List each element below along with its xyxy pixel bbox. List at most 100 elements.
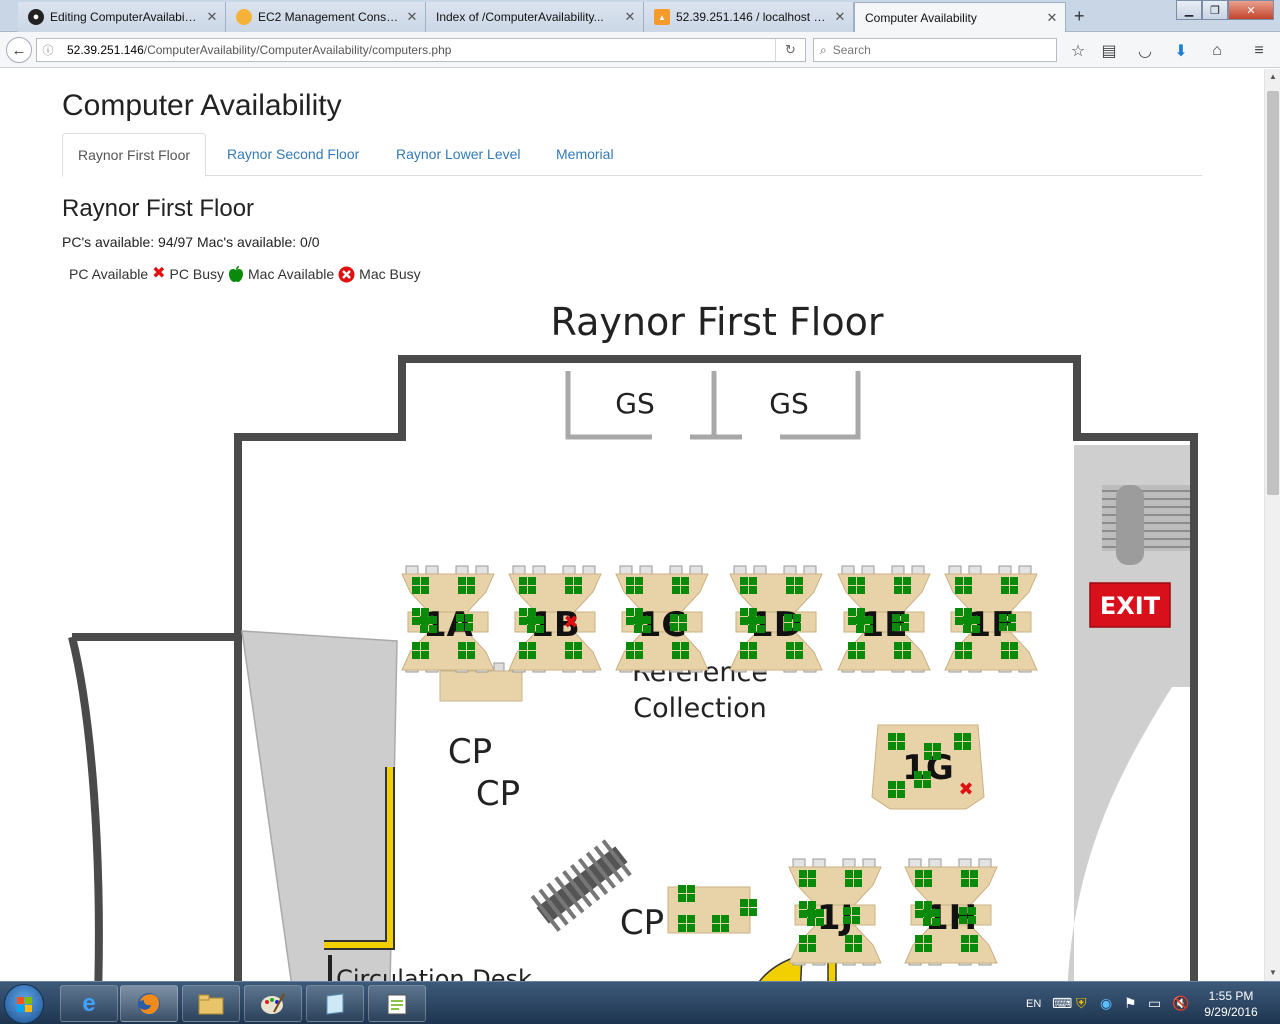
floor-map: Raynor First Floor GS GS EXIT Circulatio… — [68, 300, 1198, 981]
browser-tab-title: 52.39.251.146 / localhost / ... — [676, 10, 827, 24]
info-icon[interactable]: ⓘ — [37, 42, 59, 58]
cluster-1a[interactable]: 1A — [401, 565, 495, 673]
legend-label: Mac Busy — [359, 266, 421, 282]
aws-icon — [236, 9, 252, 25]
pc-busy-icon[interactable]: ✖ — [958, 779, 973, 800]
cluster-1e[interactable]: 1E — [837, 565, 931, 673]
scroll-down-arrow[interactable]: ▼ — [1265, 965, 1280, 981]
browser-tab-3[interactable]: Index of /ComputerAvailability... ✕ — [426, 2, 644, 32]
back-button[interactable]: ← — [6, 37, 32, 63]
scroll-up-arrow[interactable]: ▲ — [1265, 69, 1280, 85]
notepad-plus-icon[interactable] — [368, 985, 426, 1022]
clock-time: 1:55 PM — [1208, 989, 1254, 1003]
internet-explorer-icon[interactable]: e — [60, 985, 118, 1022]
close-icon[interactable]: ✕ — [405, 9, 419, 25]
gs-room-label: GS — [615, 387, 654, 420]
close-icon[interactable]: ✕ — [1045, 10, 1059, 26]
legend-pc-available: PC Available — [62, 266, 148, 282]
firefox-icon[interactable] — [120, 985, 178, 1022]
cluster-1c[interactable]: 1C — [615, 565, 709, 673]
exit-label: EXIT — [1100, 592, 1161, 620]
navigation-toolbar: ← ⓘ 52.39.251.146/ComputerAvailability/C… — [0, 32, 1280, 68]
windows-taskbar: e EN ⌨ ⛨ ◉ ⚑ ▭ 🔇 1:55 PM 9/29/2016 — [0, 981, 1280, 1024]
cluster-1d[interactable]: 1D — [729, 565, 823, 673]
action-center-flag-icon[interactable]: ⚑ — [1124, 982, 1137, 1025]
page-content: Computer Availability Raynor First Floor… — [0, 69, 1264, 981]
new-tab-button[interactable]: + — [1074, 6, 1085, 27]
downloads-icon[interactable]: ⬇ — [1170, 40, 1192, 62]
group-study-rooms — [565, 371, 861, 440]
cluster-1h[interactable]: 1H — [904, 858, 998, 966]
scrollbar-thumb[interactable] — [1267, 91, 1279, 495]
availability-summary: PC's available: 94/97 Mac's available: 0… — [62, 234, 320, 250]
minimize-button[interactable]: ▁ — [1176, 0, 1202, 20]
keyboard-icon[interactable]: ⌨ — [1052, 982, 1072, 1025]
browser-tab-title: Editing ComputerAvailabili... — [50, 10, 199, 24]
tab-memorial[interactable]: Memorial — [541, 133, 629, 176]
file-explorer-icon[interactable] — [182, 985, 240, 1022]
legend-label: PC Available — [69, 266, 149, 282]
sync-icon[interactable]: ◉ — [1100, 982, 1112, 1025]
pc-table[interactable] — [667, 885, 757, 934]
menu-icon[interactable]: ≡ — [1248, 40, 1270, 62]
browser-tab-4[interactable]: ▲ 52.39.251.146 / localhost / ... ✕ — [644, 2, 854, 32]
legend-mac-busy: Mac Busy — [338, 266, 421, 283]
close-window-button[interactable]: ✕ — [1228, 0, 1274, 20]
legend-label: Mac Available — [248, 266, 335, 282]
busy-x-icon: ✖ — [152, 265, 166, 282]
copier-label: CP — [620, 903, 664, 943]
legend: PC Available ✖ PC Busy Mac Available Mac… — [62, 264, 425, 284]
browser-tab-title: EC2 Management Console — [258, 10, 399, 24]
notes-app-icon[interactable] — [306, 985, 364, 1022]
exit-sign: EXIT — [1089, 582, 1171, 628]
security-shield-icon[interactable]: ⛨ — [1076, 982, 1087, 1025]
tab-raynor-lower-level[interactable]: Raynor Lower Level — [381, 133, 536, 176]
tab-raynor-second-floor[interactable]: Raynor Second Floor — [212, 133, 374, 176]
cluster-1g[interactable]: 1G✖ — [871, 724, 985, 810]
search-icon: ⌕ — [820, 42, 827, 57]
reload-icon[interactable]: ↻ — [775, 39, 805, 61]
computer-clusters: 1A 1B✖ 1C 1D 1E 1F 1G✖ 1J 1H — [401, 565, 1038, 966]
close-icon[interactable]: ✕ — [833, 9, 847, 25]
cluster-1b[interactable]: 1B✖ — [508, 565, 602, 673]
phpmyadmin-icon: ▲ — [654, 9, 670, 25]
close-icon[interactable]: ✕ — [205, 9, 219, 25]
browser-tab-1[interactable]: ● Editing ComputerAvailabili... ✕ — [18, 2, 226, 32]
browser-tab-5[interactable]: Computer Availability ✕ — [854, 2, 1066, 33]
start-button[interactable] — [4, 984, 44, 1024]
maximize-button[interactable]: ❐ — [1202, 0, 1228, 20]
home-icon[interactable]: ⌂ — [1206, 40, 1228, 62]
browser-tab-bar: ● Editing ComputerAvailabili... ✕ EC2 Ma… — [0, 0, 1280, 33]
bookmark-star-icon[interactable]: ☆ — [1067, 40, 1089, 62]
search-input[interactable]: ⌕ Search — [813, 38, 1057, 62]
url-bar[interactable]: ⓘ 52.39.251.146/ComputerAvailability/Com… — [36, 38, 806, 62]
floor-tabs: Raynor First Floor Raynor Second Floor R… — [62, 133, 1202, 177]
pc-busy-icon[interactable]: ✖ — [563, 612, 578, 633]
browser-tab-2[interactable]: EC2 Management Console ✕ — [226, 2, 426, 32]
legend-pc-busy: ✖ PC Busy — [152, 265, 225, 283]
mac-busy-icon — [338, 266, 355, 283]
gs-room-label: GS — [769, 387, 808, 420]
copier-label: CP — [448, 732, 492, 772]
system-clock[interactable]: 1:55 PM 9/29/2016 — [1196, 988, 1266, 1020]
circulation-desk-label: Circulation Desk — [336, 965, 532, 981]
url-host: 52.39.251.146 — [67, 43, 144, 57]
paint-icon[interactable] — [244, 985, 302, 1022]
lobby-area — [241, 630, 398, 981]
tab-raynor-first-floor[interactable]: Raynor First Floor — [62, 133, 207, 177]
browser-tab-title: Index of /ComputerAvailability... — [436, 10, 604, 24]
volume-muted-icon[interactable]: 🔇 — [1172, 982, 1189, 1025]
windows-logo-icon — [16, 996, 32, 1012]
pocket-icon[interactable]: ◡ — [1134, 40, 1156, 62]
reading-list-icon[interactable]: ▤ — [1098, 40, 1120, 62]
copier-label: CP — [476, 774, 520, 814]
cluster-1j[interactable]: 1J — [788, 858, 882, 966]
cluster-1f[interactable]: 1F — [944, 565, 1038, 673]
language-indicator[interactable]: EN — [1026, 982, 1041, 1025]
legend-label: PC Busy — [169, 266, 225, 282]
network-icon[interactable]: ▭ — [1148, 982, 1161, 1025]
github-icon: ● — [28, 9, 44, 25]
page-scrollbar[interactable]: ▲ ▼ — [1264, 69, 1280, 981]
close-icon[interactable]: ✕ — [623, 9, 637, 25]
page-title: Computer Availability — [62, 89, 342, 122]
